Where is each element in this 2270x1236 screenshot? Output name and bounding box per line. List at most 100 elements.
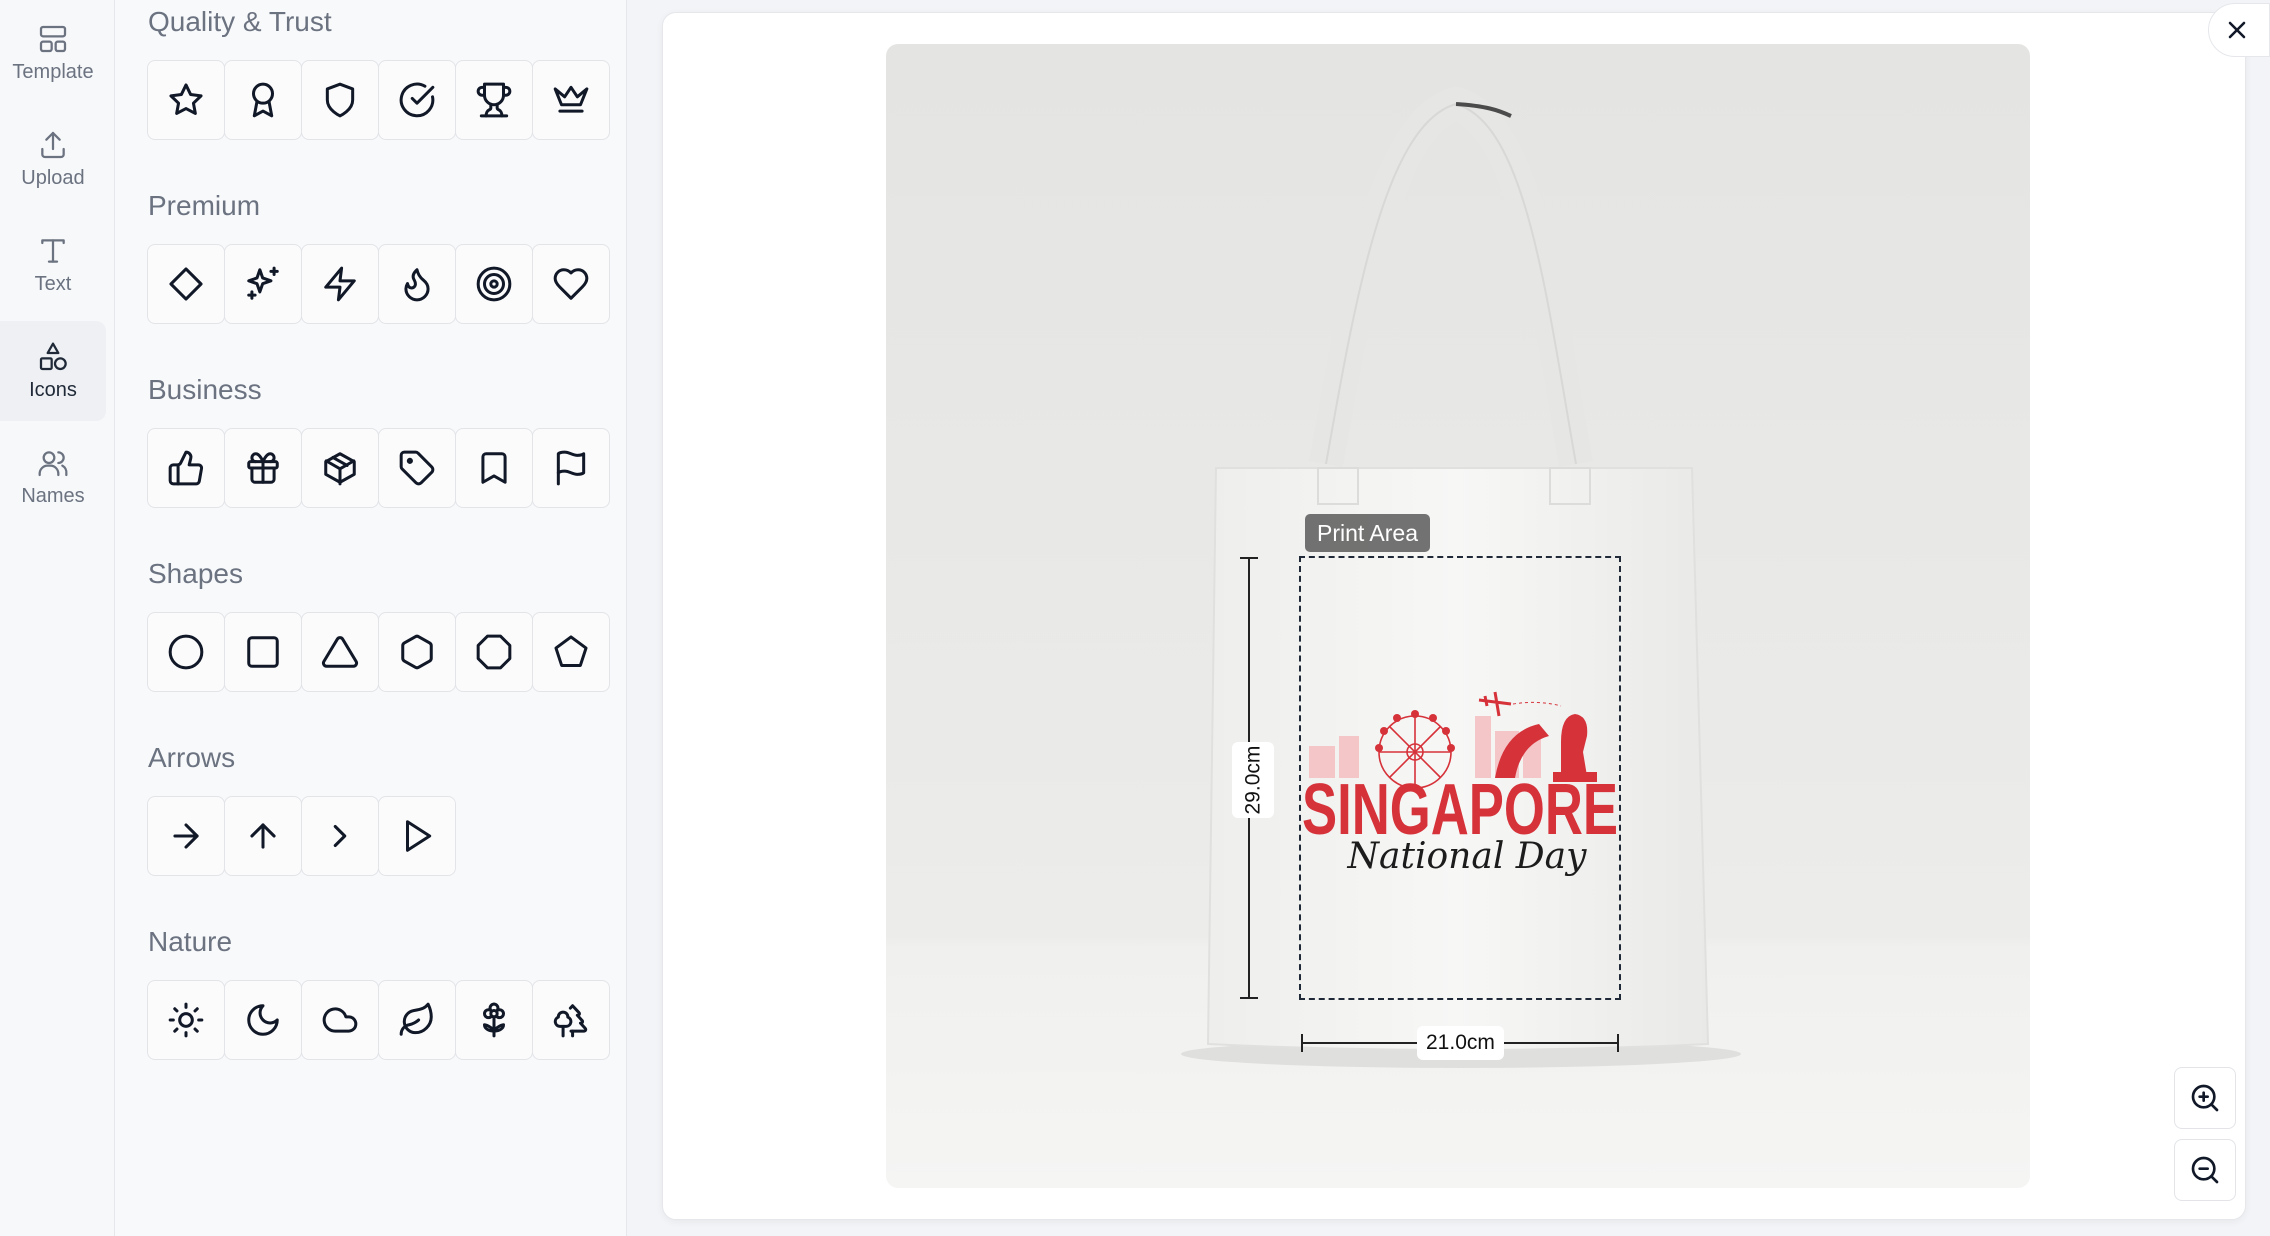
- box-icon-button[interactable]: [301, 428, 379, 508]
- icon-row-nature: [147, 980, 610, 1060]
- chevron-right-icon-button[interactable]: [301, 796, 379, 876]
- height-dimension-text: 29.0cm: [1241, 745, 1264, 815]
- category-title: Shapes: [148, 558, 243, 589]
- square-icon: [247, 636, 279, 668]
- tool-rail: Template Upload Text Icons Names: [0, 0, 115, 1236]
- close-icon: [2228, 21, 2246, 39]
- bookmark-icon-button[interactable]: [455, 428, 533, 508]
- arrow-right-icon-button[interactable]: [147, 796, 225, 876]
- cloud-icon-button[interactable]: [301, 980, 379, 1060]
- rail-item-names[interactable]: Names: [0, 427, 106, 527]
- category-title: Premium: [148, 190, 261, 221]
- icon-row-shapes: [147, 612, 610, 692]
- trees-icon: [553, 1004, 588, 1038]
- icon-row-business: [147, 428, 610, 508]
- sparkles-icon-button[interactable]: [224, 244, 302, 324]
- play-icon-button[interactable]: [378, 796, 456, 876]
- icon-row-quality: [147, 60, 610, 140]
- octagon-icon-button[interactable]: [455, 612, 533, 692]
- flame-icon-button[interactable]: [378, 244, 456, 324]
- zoom-out-button[interactable]: [2174, 1139, 2236, 1201]
- sun-icon-button[interactable]: [147, 980, 225, 1060]
- shapes-icon: [39, 342, 67, 370]
- flower-icon-button[interactable]: [455, 980, 533, 1060]
- print-area-box[interactable]: [1299, 556, 1621, 1000]
- crown-icon: [553, 85, 589, 113]
- rail-item-upload[interactable]: Upload: [0, 109, 106, 209]
- flag-icon: [556, 450, 586, 486]
- hexagon-icon-button[interactable]: [378, 612, 456, 692]
- trees-icon-button[interactable]: [532, 980, 610, 1060]
- sun-icon: [168, 1002, 204, 1038]
- flame-icon: [404, 268, 430, 302]
- circle-icon-button[interactable]: [147, 612, 225, 692]
- arrow-right-icon: [173, 823, 199, 849]
- rail-item-label: Icons: [29, 378, 77, 401]
- circle-icon: [168, 634, 204, 670]
- flag-icon-button[interactable]: [532, 428, 610, 508]
- icon-row-premium: [147, 244, 610, 324]
- users-icon: [38, 450, 68, 476]
- triangle-icon: [321, 636, 359, 668]
- template-icon: [39, 25, 67, 52]
- tag-icon-button[interactable]: [378, 428, 456, 508]
- close-button[interactable]: [2208, 3, 2270, 57]
- square-icon-button[interactable]: [224, 612, 302, 692]
- rail-item-label: Template: [12, 60, 94, 83]
- icon-library-panel: Quality & Trust Premium Business Shapes: [115, 0, 627, 1236]
- leaf-icon: [399, 1002, 433, 1036]
- shield-icon-button[interactable]: [301, 60, 379, 140]
- pentagon-icon-button[interactable]: [532, 612, 610, 692]
- print-area-label: Print Area: [1305, 514, 1430, 552]
- rail-item-text[interactable]: Text: [0, 215, 106, 315]
- zap-icon: [324, 266, 356, 302]
- moon-icon-button[interactable]: [224, 980, 302, 1060]
- shield-icon: [325, 82, 355, 118]
- zoom-in-icon: [2191, 1084, 2219, 1112]
- category-title: Quality & Trust: [148, 6, 332, 37]
- target-icon-button[interactable]: [455, 244, 533, 324]
- trophy-icon-button[interactable]: [455, 60, 533, 140]
- award-icon: [251, 82, 275, 118]
- heart-icon: [553, 268, 589, 300]
- triangle-icon-button[interactable]: [301, 612, 379, 692]
- rail-item-label: Text: [34, 272, 72, 295]
- text-icon: [41, 238, 65, 263]
- arrow-up-icon: [250, 823, 276, 849]
- category-title: Arrows: [148, 742, 236, 773]
- target-icon: [476, 266, 512, 302]
- trophy-icon: [476, 82, 512, 118]
- play-icon: [405, 820, 432, 852]
- chevron-right-icon: [333, 824, 347, 848]
- diamond-icon: [169, 267, 203, 301]
- icon-row-arrows: [147, 796, 456, 876]
- heart-icon-button[interactable]: [532, 244, 610, 324]
- height-dimension-label: 29.0cm: [1232, 742, 1274, 818]
- sparkles-icon: [247, 266, 279, 300]
- category-title: Nature: [148, 926, 233, 957]
- rail-item-icons[interactable]: Icons: [0, 321, 106, 421]
- bookmark-icon: [481, 452, 507, 484]
- star-icon-button[interactable]: [147, 60, 225, 140]
- check-circle-icon-button[interactable]: [378, 60, 456, 140]
- category-title: Business: [148, 374, 262, 405]
- check-circle-icon: [399, 82, 435, 118]
- tag-icon: [399, 450, 435, 486]
- rail-item-template[interactable]: Template: [0, 3, 106, 103]
- thumbs-up-icon-button[interactable]: [147, 428, 225, 508]
- arrow-up-icon-button[interactable]: [224, 796, 302, 876]
- zap-icon-button[interactable]: [301, 244, 379, 324]
- diamond-icon-button[interactable]: [147, 244, 225, 324]
- rail-item-label: Upload: [21, 166, 85, 189]
- crown-icon-button[interactable]: [532, 60, 610, 140]
- leaf-icon-button[interactable]: [378, 980, 456, 1060]
- gift-icon-button[interactable]: [224, 428, 302, 508]
- gift-icon: [247, 452, 279, 484]
- star-icon: [169, 83, 203, 115]
- zoom-in-button[interactable]: [2174, 1067, 2236, 1129]
- pentagon-icon: [554, 635, 588, 667]
- award-icon-button[interactable]: [224, 60, 302, 140]
- moon-icon: [247, 1004, 279, 1036]
- width-dimension-label: 21.0cm: [1417, 1026, 1504, 1060]
- flower-icon: [482, 1002, 506, 1038]
